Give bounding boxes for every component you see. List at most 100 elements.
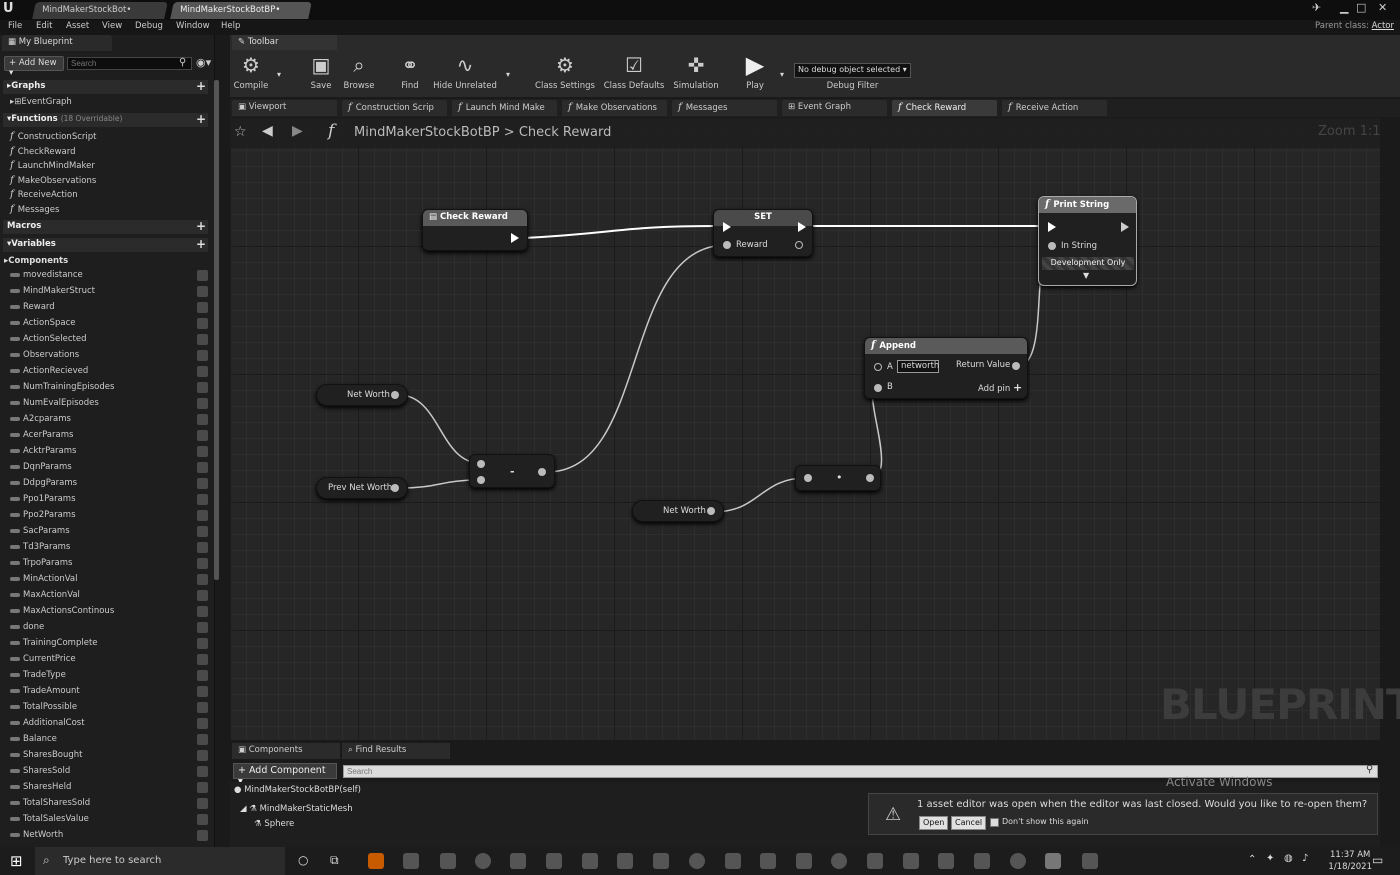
visibility-eye-icon[interactable] [197,574,208,585]
variable-item[interactable]: DdpgParams [10,477,208,492]
minimize-button[interactable]: ▁ [1340,1,1348,14]
variable-item[interactable]: TotalSalesValue [10,813,208,828]
visibility-eye-icon[interactable] [197,686,208,697]
hide-unrelated-button[interactable]: ∿ Hide Unrelated [433,52,497,94]
menu-view[interactable]: View [102,21,122,31]
menu-debug[interactable]: Debug [135,21,163,31]
components-category[interactable]: ▸Components [4,256,68,266]
back-arrow-icon[interactable]: ◀ [262,123,273,139]
visibility-eye-icon[interactable] [197,734,208,745]
visibility-eye-icon[interactable] [197,638,208,649]
variables-section[interactable]: ▾Variables + [3,237,208,252]
function-item[interactable]: f Messages [10,204,59,215]
visibility-eye-icon[interactable] [197,446,208,457]
exec-out-pin[interactable] [798,222,806,232]
check-reward-node[interactable]: ▤ Check Reward [422,209,528,251]
tab-launch-mind-maker[interactable]: f Launch Mind Make [452,100,557,116]
tray-app-icon[interactable]: ✦ [1266,853,1274,864]
exec-in-pin[interactable] [1048,222,1056,232]
tray-chevron-icon[interactable]: ⌃ [1248,854,1256,865]
variable-item[interactable]: AdditionalCost [10,717,208,732]
visibility-eye-icon[interactable] [197,462,208,473]
tree-item-self[interactable]: ● MindMakerStockBotBP(self) [234,785,361,795]
taskbar-clock[interactable]: 11:37 AM 1/18/2021 [1328,849,1372,873]
visibility-eye-icon[interactable] [197,510,208,521]
visibility-eye-icon[interactable] [197,830,208,841]
close-button[interactable]: ✕ [1378,1,1387,14]
filezilla-icon[interactable] [440,853,456,869]
tab-find-results[interactable]: ⌕ Find Results [342,743,450,759]
play-dropdown-icon[interactable]: ▾ [780,70,784,79]
cancel-button[interactable]: Cancel [951,816,987,830]
variable-item[interactable]: TotalSharesSold [10,797,208,812]
simulation-button[interactable]: ✜ Simulation [672,52,720,94]
eye-icon[interactable]: ◉▾ [196,56,211,69]
photoshop-icon[interactable] [903,853,919,869]
play-button[interactable]: ▶ Play [737,52,773,94]
add-macro-icon[interactable]: + [196,219,206,233]
variable-item[interactable]: CurrentPrice [10,653,208,668]
visibility-eye-icon[interactable] [197,334,208,345]
prev-net-worth-getter-node[interactable]: Prev Net Worth [316,477,408,499]
taskbar-search[interactable]: Type here to search [35,847,285,875]
function-item[interactable]: f ReceiveAction [10,189,78,200]
conversion-in-pin[interactable] [804,474,812,482]
exec-in-pin[interactable] [723,222,731,232]
menu-edit[interactable]: Edit [36,21,52,31]
append-b-pin[interactable] [874,384,882,392]
compile-dropdown-icon[interactable]: ▾ [277,70,281,79]
my-blueprint-tab[interactable]: ▦ My Blueprint [2,35,112,51]
tab-components[interactable]: ▣ Components [232,743,340,759]
volume-icon[interactable]: ♪ [1302,853,1308,864]
visibility-eye-icon[interactable] [197,814,208,825]
word-icon[interactable] [867,853,883,869]
in-string-pin[interactable] [1048,242,1056,250]
add-component-button[interactable]: + Add Component ▾ [233,763,337,787]
epic-games-icon[interactable] [546,853,562,869]
tree-item-static-mesh[interactable]: ◢ ⚗ MindMakerStaticMesh [240,804,353,814]
variable-item[interactable]: NumTrainingEpisodes [10,381,208,396]
save-button[interactable]: ▣ Save [306,52,336,94]
variable-item[interactable]: Observations [10,349,208,364]
visibility-eye-icon[interactable] [197,622,208,633]
menu-asset[interactable]: Asset [66,21,89,31]
visibility-eye-icon[interactable] [197,494,208,505]
subtract-b-pin[interactable] [477,476,485,484]
unreal-logo-icon[interactable]: U [3,1,14,16]
net-worth-getter-node-2[interactable]: Net Worth [632,500,724,522]
class-settings-button[interactable]: ⚙ Class Settings [534,52,596,94]
internet-explorer-icon[interactable] [617,853,633,869]
visibility-eye-icon[interactable] [197,590,208,601]
visibility-eye-icon[interactable] [197,382,208,393]
function-item[interactable]: f MakeObservations [10,175,96,186]
conversion-out-pin[interactable] [866,474,874,482]
visibility-eye-icon[interactable] [197,398,208,409]
dont-show-checkbox[interactable] [990,818,999,827]
tab-mindmakerstockbotbp[interactable]: MindMakerStockBotBP• [170,2,312,19]
visibility-eye-icon[interactable] [197,750,208,761]
menu-window[interactable]: Window [176,21,210,31]
variable-item[interactable]: MaxActionVal [10,589,208,604]
exec-out-pin[interactable] [511,233,519,243]
file-explorer-icon[interactable] [403,853,419,869]
variable-item[interactable]: Reward [10,301,208,316]
unreal-engine-icon[interactable] [1045,853,1061,869]
visibility-eye-icon[interactable] [197,670,208,681]
variable-item[interactable]: MindMakerStruct [10,285,208,300]
tab-receive-action[interactable]: f Receive Action [1002,100,1107,116]
variable-item[interactable]: movedistance [10,269,208,284]
tab-construction-script[interactable]: f Construction Scrip [342,100,447,116]
visibility-eye-icon[interactable] [197,430,208,441]
forward-arrow-icon[interactable]: ▶ [292,123,303,139]
variable-item[interactable]: SacParams [10,525,208,540]
visibility-eye-icon[interactable] [197,542,208,553]
app-icon[interactable] [689,853,705,869]
visibility-eye-icon[interactable] [197,702,208,713]
windows-start-icon[interactable]: ⊞ [10,852,23,870]
task-view-icon[interactable]: ⧉ [330,853,339,868]
expand-arrow-icon[interactable]: ▼ [1083,271,1089,280]
graphs-section[interactable]: ▸Graphs + [3,79,208,94]
variable-item[interactable]: Ppo2Params [10,509,208,524]
variable-item[interactable]: SharesSold [10,765,208,780]
tab-check-reward[interactable]: f Check Reward [892,100,997,116]
